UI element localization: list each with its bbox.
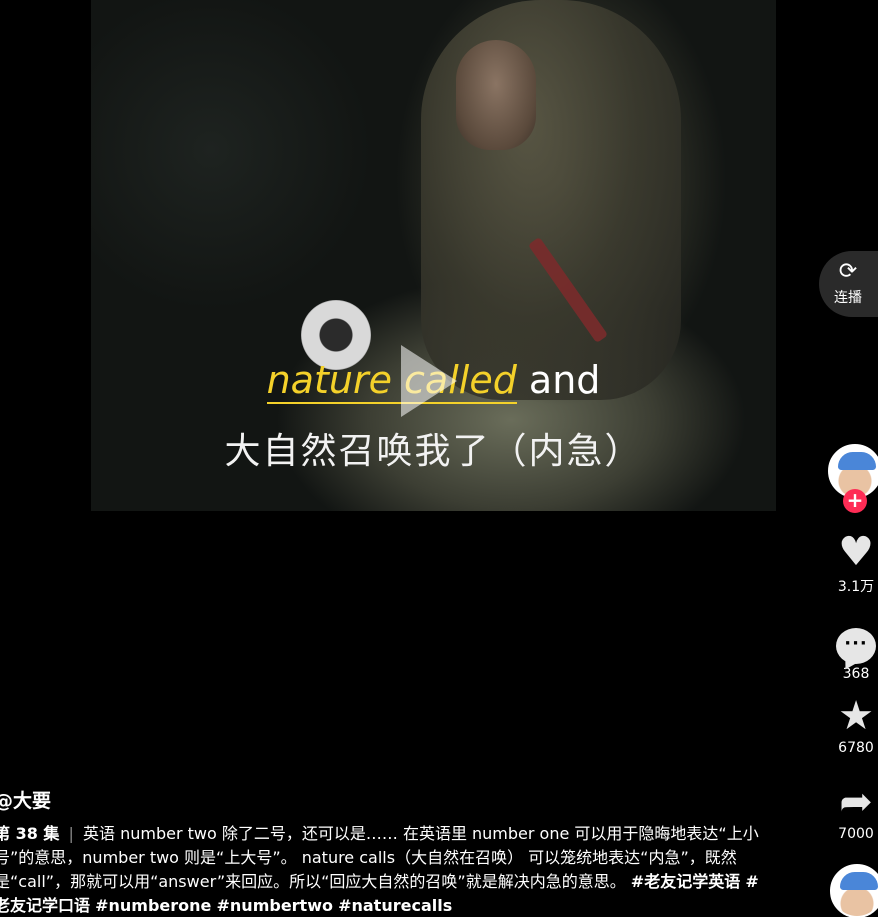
share-count: 7000 bbox=[838, 826, 874, 842]
post-description: 第 38 集 | 英语 number two 除了二号，还可以是…… 在英语里 … bbox=[0, 822, 764, 917]
hashtag-link[interactable]: #numbertwo bbox=[217, 896, 333, 915]
favorite-count: 6780 bbox=[838, 740, 874, 756]
subtitle-highlight: nature called bbox=[266, 358, 517, 404]
episode-label: 第 38 集 bbox=[0, 824, 60, 843]
hashtag-link[interactable]: #naturecalls bbox=[338, 896, 452, 915]
author-name[interactable]: @大要 bbox=[0, 786, 51, 813]
hashtag-link[interactable]: #numberone bbox=[95, 896, 211, 915]
favorite-action[interactable]: ★ 6780 bbox=[826, 694, 878, 756]
comment-action[interactable]: ··· 368 bbox=[826, 614, 878, 682]
comment-icon[interactable]: ··· bbox=[826, 614, 878, 664]
heart-icon[interactable]: ♥ bbox=[826, 530, 878, 574]
star-icon[interactable]: ★ bbox=[826, 694, 878, 738]
autoplay-icon: ⟳ bbox=[838, 259, 858, 284]
like-count: 3.1万 bbox=[837, 579, 875, 595]
play-icon[interactable] bbox=[401, 345, 457, 417]
separator: | bbox=[68, 824, 74, 843]
video-frame-face bbox=[456, 40, 536, 150]
hashtag-link[interactable]: #老友记学英语 bbox=[631, 872, 740, 891]
autoplay-label: 连播 bbox=[834, 290, 862, 306]
avatar-cap bbox=[840, 872, 878, 890]
video-feed-page: nature called and 大自然召唤我了（内急） ⟳ 连播 + ♥ 3… bbox=[0, 0, 878, 917]
music-avatar[interactable] bbox=[830, 864, 878, 917]
follow-button[interactable]: + bbox=[843, 489, 867, 513]
share-action[interactable]: ➦ 7000 bbox=[826, 780, 878, 842]
video-player[interactable]: nature called and 大自然召唤我了（内急） bbox=[91, 0, 776, 511]
avatar-cap bbox=[838, 452, 876, 470]
subtitle-chinese: 大自然召唤我了（内急） bbox=[224, 431, 643, 472]
subtitle-rest: and bbox=[516, 358, 601, 402]
share-icon[interactable]: ➦ bbox=[826, 780, 878, 824]
like-action[interactable]: ♥ 3.1万 bbox=[826, 530, 878, 596]
autoplay-toggle[interactable]: ⟳ 连播 bbox=[819, 251, 878, 317]
